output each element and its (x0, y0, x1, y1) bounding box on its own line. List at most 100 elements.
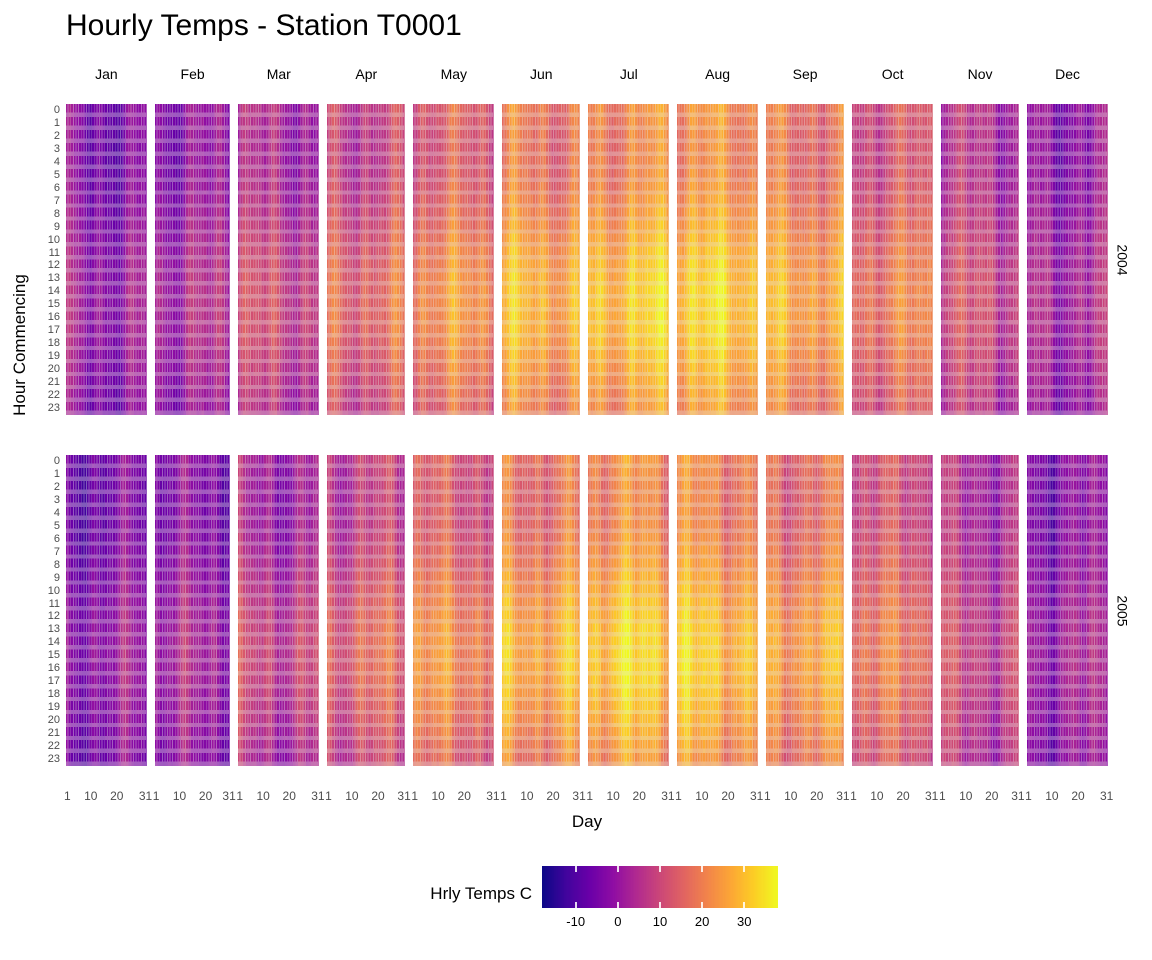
y-axis-tick-23: 23 (47, 753, 60, 766)
facet-label-mar: Mar (266, 66, 291, 82)
heatmap-panel-nov-2005[interactable] (941, 455, 1020, 766)
x-axis-ticks-oct: 1 10 20 31 (850, 788, 938, 806)
x-axis-ticks-aug: 1 10 20 31 (675, 788, 763, 806)
legend-tick-label-0: 0 (614, 914, 622, 929)
x-axis-tick-labels: 1 10 20 31 1 10 20 31 1 10 20 31 1 10 20 31 1 10 20 31 1 10 20… (63, 788, 1113, 806)
y-axis-tick-6: 6 (53, 532, 60, 545)
legend-tickmark-30 (743, 902, 746, 908)
x-axis-tick-31: 31 (1100, 789, 1114, 803)
legend-tickmark--10 (574, 866, 577, 872)
y-axis-tick-8: 8 (53, 207, 60, 220)
x-axis-tick-20: 20 (721, 789, 735, 803)
y-axis-tick-9: 9 (53, 571, 60, 584)
heatmap-panel-feb-2005[interactable] (154, 455, 231, 766)
x-axis-ticks-sep: 1 10 20 31 (763, 788, 850, 806)
heatmap-panel-jan-2004[interactable] (66, 104, 147, 415)
y-axis-tick-9: 9 (53, 220, 60, 233)
x-axis-tick-31: 31 (925, 789, 939, 803)
heatmap-panel-jul-2005[interactable] (588, 455, 670, 766)
facet-label-text: 2005 (1115, 594, 1131, 627)
x-axis-tick-20: 20 (457, 789, 471, 803)
x-axis-ticks-nov: 1 10 20 31 (938, 788, 1025, 806)
x-axis-tick-31: 31 (311, 789, 325, 803)
y-axis-tick-20: 20 (47, 363, 60, 376)
y-axis-tick-2: 2 (53, 480, 60, 493)
heatmap-panel-apr-2004[interactable] (327, 104, 406, 415)
x-axis-tick-10: 10 (256, 789, 270, 803)
y-axis-tick-19: 19 (47, 350, 60, 363)
heatmap-panel-dec-2004[interactable] (1027, 104, 1108, 415)
y-axis-tick-10: 10 (47, 584, 60, 597)
x-axis-tick-10: 10 (695, 789, 709, 803)
x-axis-tick-10: 10 (84, 789, 98, 803)
legend-tick-label-20: 20 (694, 914, 710, 929)
y-axis-tick-3: 3 (53, 142, 60, 155)
x-axis-tick-10: 10 (345, 789, 359, 803)
heatmap-panel-may-2004[interactable] (413, 104, 495, 415)
x-axis-tick-1: 1 (63, 789, 71, 803)
x-axis-tick-10: 10 (520, 789, 534, 803)
y-axis-tick-23: 23 (47, 402, 60, 415)
x-axis-tick-31: 31 (836, 789, 850, 803)
heatmap-panel-aug-2005[interactable] (677, 455, 758, 766)
heatmap-panel-jun-2005[interactable] (502, 455, 581, 766)
heatmap-panel-dec-2005[interactable] (1027, 455, 1108, 766)
y-axis-tick-1: 1 (53, 116, 60, 129)
legend-tickmark-20 (701, 866, 704, 872)
legend-tickmark-0 (616, 902, 619, 908)
heatmap-panel-may-2005[interactable] (413, 455, 495, 766)
heatmap-panel-oct-2004[interactable] (852, 104, 933, 415)
y-axis-tick-16: 16 (47, 662, 60, 675)
heatmap-panel-mar-2004[interactable] (238, 104, 320, 415)
x-axis-tick-20: 20 (198, 789, 213, 803)
x-axis-tick-20: 20 (110, 789, 124, 803)
x-axis-tick-1: 1 (763, 789, 771, 803)
y-axis-tick-22: 22 (47, 389, 60, 402)
y-axis-tick-8: 8 (53, 558, 60, 571)
facet-label-apr: Apr (355, 66, 378, 82)
legend-tick-label-30: 30 (737, 914, 752, 929)
x-axis-tick-1: 1 (1025, 789, 1032, 803)
x-axis-tick-31: 31 (572, 789, 586, 803)
heatmap-panel-feb-2004[interactable] (154, 104, 231, 415)
heatmap-panel-jan-2005[interactable] (66, 455, 147, 766)
heatmap-panel-mar-2005[interactable] (238, 455, 320, 766)
heatmap-panel-sep-2004[interactable] (766, 104, 845, 415)
facet-label-may: May (440, 66, 468, 82)
x-axis-ticks-feb: 1 10 20 31 (153, 788, 236, 806)
y-axis-tick-2: 2 (53, 129, 60, 142)
heatmap-panel-jun-2004[interactable] (502, 104, 581, 415)
heatmap-panel-oct-2005[interactable] (852, 455, 933, 766)
y-axis-tick-14: 14 (47, 636, 60, 649)
x-axis-tick-31: 31 (661, 789, 675, 803)
x-axis-tick-1: 1 (938, 789, 946, 803)
legend-colorbar-wrap: -10 0 10 20 30 (542, 866, 778, 929)
x-axis-tick-20: 20 (546, 789, 560, 803)
x-axis-tick-20: 20 (985, 789, 999, 803)
y-axis-tick-15: 15 (47, 649, 60, 662)
heatmap-panel-sep-2005[interactable] (766, 455, 845, 766)
legend-tickmark-20 (701, 902, 704, 908)
facet-row-2004 (66, 104, 1108, 415)
y-axis-tick-12: 12 (47, 610, 60, 623)
y-axis-tick-6: 6 (53, 181, 60, 194)
legend-tick-label-10: 10 (652, 914, 668, 929)
x-axis-tick-1: 1 (236, 789, 244, 803)
y-axis-tick-5: 5 (53, 168, 60, 181)
facet-label-jul: Jul (619, 66, 638, 82)
y-axis-tick-12: 12 (47, 259, 60, 272)
y-axis-tick-10: 10 (47, 233, 60, 246)
x-axis-tick-31: 31 (486, 789, 500, 803)
y-axis-tick-0: 0 (53, 454, 60, 467)
y-axis-tick-14: 14 (47, 285, 60, 298)
heatmap-panel-aug-2004[interactable] (677, 104, 758, 415)
legend-tick-label--10: -10 (566, 914, 586, 929)
x-axis-tick-20: 20 (896, 789, 910, 803)
x-axis-tick-1: 1 (325, 789, 332, 803)
legend-tickmark-10 (659, 866, 661, 872)
chart-plot-area: Hourly Temps - Station T0001 Jan Feb Mar Ap… (0, 0, 1152, 960)
heatmap-panel-jul-2004[interactable] (588, 104, 670, 415)
x-axis-tick-1: 1 (411, 789, 419, 803)
heatmap-panel-apr-2005[interactable] (327, 455, 406, 766)
heatmap-panel-nov-2004[interactable] (941, 104, 1020, 415)
